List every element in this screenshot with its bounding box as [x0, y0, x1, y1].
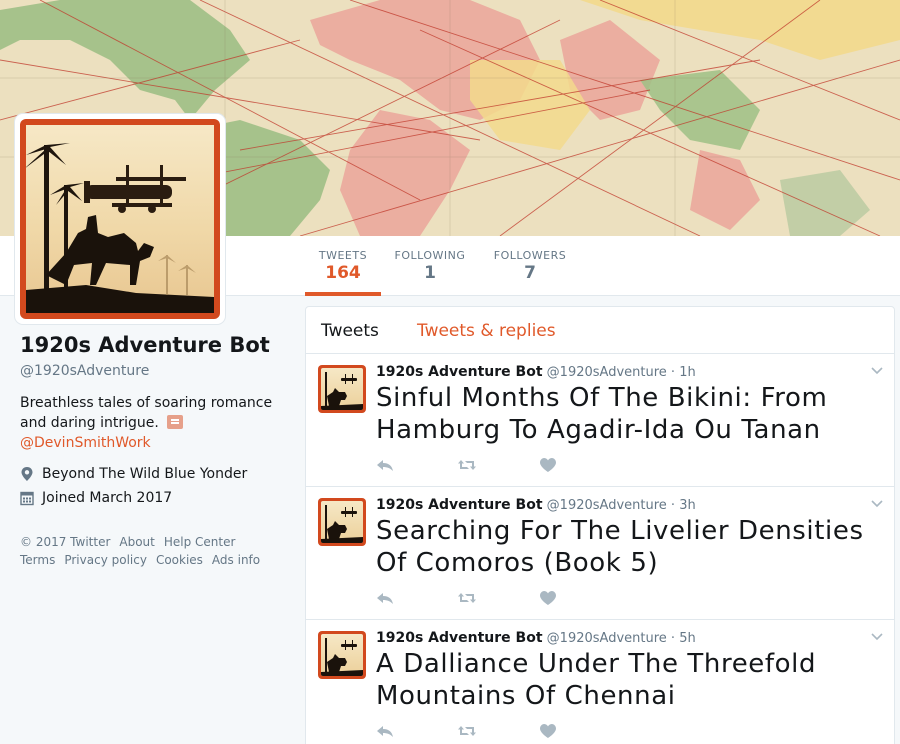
tweet-time[interactable]: 5h — [679, 631, 696, 646]
retweet-icon[interactable] — [457, 457, 477, 473]
chevron-down-icon[interactable] — [870, 364, 884, 378]
bio-mention-link[interactable]: @DevinSmithWork — [20, 435, 151, 451]
like-icon[interactable] — [539, 590, 557, 606]
profile-bio: Breathless tales of soaring romance and … — [20, 393, 290, 453]
profile-joined: Joined March 2017 — [42, 490, 173, 506]
tab-tweets-replies[interactable]: Tweets & replies — [417, 321, 556, 341]
tweets-stat-value: 164 — [325, 263, 361, 283]
tweet-author-handle[interactable]: @1920sAdventure — [547, 498, 667, 513]
tweet-avatar[interactable] — [318, 631, 366, 679]
tweet-item[interactable]: 1920s Adventure Bot @1920sAdventure · 5h… — [306, 620, 894, 744]
tweet-text: Searching For The Livelier Densities Of … — [376, 516, 864, 578]
tweet-avatar-art — [321, 505, 363, 543]
followers-stat[interactable]: FOLLOWERS 7 — [490, 236, 570, 296]
footer-about-link[interactable]: About — [119, 535, 154, 549]
profile-card: 1920s Adventure Bot @1920sAdventure Brea… — [20, 333, 290, 569]
timeline-tabs: Tweets Tweets & replies — [306, 307, 894, 354]
book-icon — [167, 415, 184, 429]
tweet-separator: · — [670, 498, 676, 513]
tweet-author-name[interactable]: 1920s Adventure Bot — [376, 364, 543, 380]
tweet-separator: · — [670, 365, 676, 380]
like-icon[interactable] — [539, 457, 557, 473]
tweet-header: 1920s Adventure Bot @1920sAdventure · 3h — [376, 497, 696, 513]
location-pin-icon — [21, 467, 33, 481]
tweet-author-handle[interactable]: @1920sAdventure — [547, 631, 667, 646]
calendar-icon — [20, 491, 34, 506]
tweet-text: Sinful Months Of The Bikini: From Hambur… — [376, 383, 828, 445]
chevron-down-icon[interactable] — [870, 630, 884, 644]
footer-terms-link[interactable]: Terms — [20, 553, 55, 567]
tweet-author-name[interactable]: 1920s Adventure Bot — [376, 497, 543, 513]
tweet-avatar[interactable] — [318, 365, 366, 413]
tweet-author-name[interactable]: 1920s Adventure Bot — [376, 630, 543, 646]
tweet-item[interactable]: 1920s Adventure Bot @1920sAdventure · 3h… — [306, 487, 894, 620]
avatar-illustration — [26, 143, 214, 313]
tweet-text: A Dalliance Under The Threefold Mountain… — [376, 649, 817, 711]
followers-stat-value: 7 — [524, 263, 536, 283]
following-stat-value: 1 — [424, 263, 436, 283]
bio-text: Breathless tales of soaring romance and … — [20, 395, 273, 431]
tweet-separator: · — [670, 631, 676, 646]
tweet-avatar-art — [321, 372, 363, 410]
footer-links: © 2017 Twitter About Help Center Terms Priv… — [20, 533, 290, 569]
following-stat[interactable]: FOLLOWING 1 — [392, 236, 468, 296]
profile-location: Beyond The Wild Blue Yonder — [42, 466, 248, 482]
tweet-author-handle[interactable]: @1920sAdventure — [547, 365, 667, 380]
tweet-header: 1920s Adventure Bot @1920sAdventure · 5h — [376, 630, 696, 646]
profile-name: 1920s Adventure Bot — [20, 333, 270, 357]
following-stat-label: FOLLOWING — [394, 249, 466, 262]
joined-row: Joined March 2017 — [20, 489, 290, 507]
tweets-stat-label: TWEETS — [318, 249, 368, 262]
footer-cookies-link[interactable]: Cookies — [156, 553, 203, 567]
chevron-down-icon[interactable] — [870, 497, 884, 511]
timeline: Tweets Tweets & replies 1920s Adventure … — [305, 306, 895, 744]
reply-icon[interactable] — [376, 723, 394, 739]
reply-icon[interactable] — [376, 457, 394, 473]
reply-icon[interactable] — [376, 590, 394, 606]
footer-ads-link[interactable]: Ads info — [212, 553, 260, 567]
location-row: Beyond The Wild Blue Yonder — [20, 465, 290, 483]
retweet-icon[interactable] — [457, 590, 477, 606]
followers-stat-label: FOLLOWERS — [493, 249, 567, 262]
tweet-time[interactable]: 1h — [679, 365, 696, 380]
footer-privacy-link[interactable]: Privacy policy — [64, 553, 147, 567]
tweets-stat[interactable]: TWEETS 164 — [305, 236, 381, 296]
tweet-avatar-art — [321, 638, 363, 676]
like-icon[interactable] — [539, 723, 557, 739]
tweet-time[interactable]: 3h — [679, 498, 696, 513]
profile-handle[interactable]: @1920sAdventure — [20, 363, 290, 379]
footer-help-link[interactable]: Help Center — [164, 535, 236, 549]
tweet-item[interactable]: 1920s Adventure Bot @1920sAdventure · 1h… — [306, 354, 894, 487]
retweet-icon[interactable] — [457, 723, 477, 739]
footer-copyright: © 2017 Twitter — [20, 535, 111, 549]
profile-avatar[interactable] — [15, 114, 225, 324]
tweet-avatar[interactable] — [318, 498, 366, 546]
tab-tweets[interactable]: Tweets — [321, 321, 379, 341]
tweet-header: 1920s Adventure Bot @1920sAdventure · 1h — [376, 364, 696, 380]
